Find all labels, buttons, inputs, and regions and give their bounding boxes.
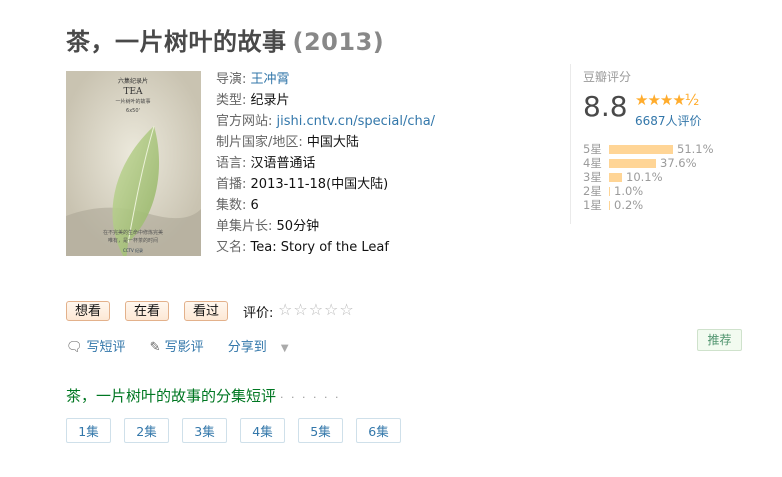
info-premiere: 首播: 2013-11-18(中国大陆)	[216, 174, 435, 195]
poster-subtitle: 六集纪录片	[118, 77, 148, 85]
rating-row-label: 4星	[583, 156, 602, 170]
rating-row-pct: 1.0%	[614, 184, 644, 198]
recommend-button[interactable]: 推荐	[697, 329, 742, 351]
rating-score: 8.8	[583, 90, 628, 123]
rating-bar	[609, 145, 673, 154]
page-title: 茶，一片树叶的故事 (2013)	[66, 22, 384, 57]
title-text: 茶，一片树叶的故事	[66, 28, 287, 56]
action-bar: 🗨︎ 写短评 ✎ 写影评 分享到 ▼	[66, 336, 309, 355]
rating-title: 豆瓣评分	[583, 70, 632, 84]
info-label: 类型:	[216, 93, 247, 108]
poster-tagline2: 唯有，是一杯茶的时间	[108, 237, 158, 244]
info-director: 导演: 王冲霄	[216, 69, 435, 90]
rating-row-pct: 51.1%	[677, 142, 714, 156]
info-value: 50分钟	[276, 219, 320, 234]
episode-link[interactable]: 3集	[182, 418, 227, 443]
episode-link[interactable]: 4集	[240, 418, 285, 443]
share-label: 分享到	[227, 340, 267, 355]
info-label: 导演:	[216, 72, 247, 87]
info-value: 2013-11-18(中国大陆)	[250, 177, 389, 192]
rating-panel: 豆瓣评分 8.8 ★★★★½ 6687人评价 5星 51.1% 4星 37.6% 3…	[570, 64, 758, 224]
poster-image[interactable]: 六集纪录片 TEA 一片树叶的故事 6x50' 在不完美的生命中修炼完美 唯有，…	[66, 71, 201, 256]
info-block: 导演: 王冲霄 类型: 纪录片 官方网站: jishi.cntv.cn/spec…	[216, 69, 435, 258]
caret-down-icon: ▼	[280, 343, 289, 354]
title-year: (2013)	[292, 28, 385, 56]
comment-icon: 🗨︎	[66, 340, 83, 355]
poster-tagline1: 在不完美的生命中修炼完美	[103, 229, 163, 236]
watched-button[interactable]: 看过	[184, 301, 229, 321]
info-aka: 又名: Tea: Story of the Leaf	[216, 237, 435, 258]
rating-bar	[609, 187, 610, 196]
info-value: 中国大陆	[306, 135, 359, 150]
rating-row-label: 1星	[583, 198, 602, 212]
write-short-review-link[interactable]: 🗨︎ 写短评	[66, 340, 136, 355]
rating-row: 4星 37.6%	[583, 156, 714, 170]
info-label: 集数:	[216, 198, 247, 213]
episode-link[interactable]: 5集	[298, 418, 343, 443]
info-value: 纪录片	[250, 93, 290, 108]
rating-row: 5星 51.1%	[583, 142, 714, 156]
info-value: 汉语普通话	[250, 156, 316, 171]
rating-bar	[609, 201, 610, 210]
poster-logo: CCTV 纪录	[123, 247, 143, 253]
rating-row: 3星 10.1%	[583, 170, 714, 184]
info-label: 语言:	[216, 156, 247, 171]
info-country: 制片国家/地区: 中国大陆	[216, 132, 435, 153]
rate-stars-input[interactable]: ☆☆☆☆☆	[278, 300, 355, 319]
rating-bar	[609, 173, 622, 182]
rating-stars-icon: ★★★★½	[635, 91, 699, 109]
section-dots: · · · · · ·	[280, 391, 341, 404]
episode-link[interactable]: 1集	[66, 418, 111, 443]
info-runtime: 单集片长: 50分钟	[216, 216, 435, 237]
review-label: 写影评	[164, 340, 204, 355]
info-site: 官方网站: jishi.cntv.cn/special/cha/	[216, 111, 435, 132]
rating-row-pct: 0.2%	[614, 198, 644, 212]
info-label: 官方网站:	[216, 114, 273, 129]
episode-link[interactable]: 6集	[356, 418, 401, 443]
rating-row-label: 5星	[583, 142, 602, 156]
rate-label: 评价:	[243, 306, 274, 321]
rating-bar	[609, 159, 656, 168]
poster-caption: 一片树叶的故事	[115, 98, 150, 105]
rating-row: 1星 0.2%	[583, 198, 714, 212]
rating-row-pct: 10.1%	[626, 170, 663, 184]
rating-row-label: 2星	[583, 184, 602, 198]
short-review-label: 写短评	[86, 340, 126, 355]
info-value: Tea: Story of the Leaf	[250, 240, 389, 255]
rating-row-label: 3星	[583, 170, 602, 184]
poster-tea: TEA	[123, 87, 143, 97]
write-review-link[interactable]: ✎ 写影评	[150, 340, 214, 355]
info-label: 首播:	[216, 177, 247, 192]
info-value: 6	[250, 198, 259, 213]
info-language: 语言: 汉语普通话	[216, 153, 435, 174]
director-link[interactable]: 王冲霄	[251, 72, 290, 87]
site-link[interactable]: jishi.cntv.cn/special/cha/	[277, 114, 436, 129]
info-episodes: 集数: 6	[216, 195, 435, 216]
rating-distribution: 5星 51.1% 4星 37.6% 3星 10.1% 2星 1.0% 1星 0.2%	[583, 142, 714, 212]
episode-comments-heading: 茶，一片树叶的故事的分集短评 · · · · · ·	[66, 385, 340, 406]
info-type: 类型: 纪录片	[216, 90, 435, 111]
pencil-icon: ✎	[149, 340, 161, 355]
rating-row: 2星 1.0%	[583, 184, 714, 198]
rating-votes-link[interactable]: 6687人评价	[635, 112, 702, 129]
watching-button[interactable]: 在看	[125, 301, 170, 321]
section-title: 茶，一片树叶的故事的分集短评	[66, 387, 277, 405]
info-label: 单集片长:	[216, 219, 273, 234]
info-label: 又名:	[216, 240, 247, 255]
want-to-watch-button[interactable]: 想看	[66, 301, 111, 321]
rating-row-pct: 37.6%	[660, 156, 697, 170]
info-label: 制片国家/地区:	[216, 135, 303, 150]
episode-link[interactable]: 2集	[124, 418, 169, 443]
poster-duration: 6x50'	[126, 108, 140, 114]
share-dropdown[interactable]: 分享到 ▼	[228, 340, 299, 355]
